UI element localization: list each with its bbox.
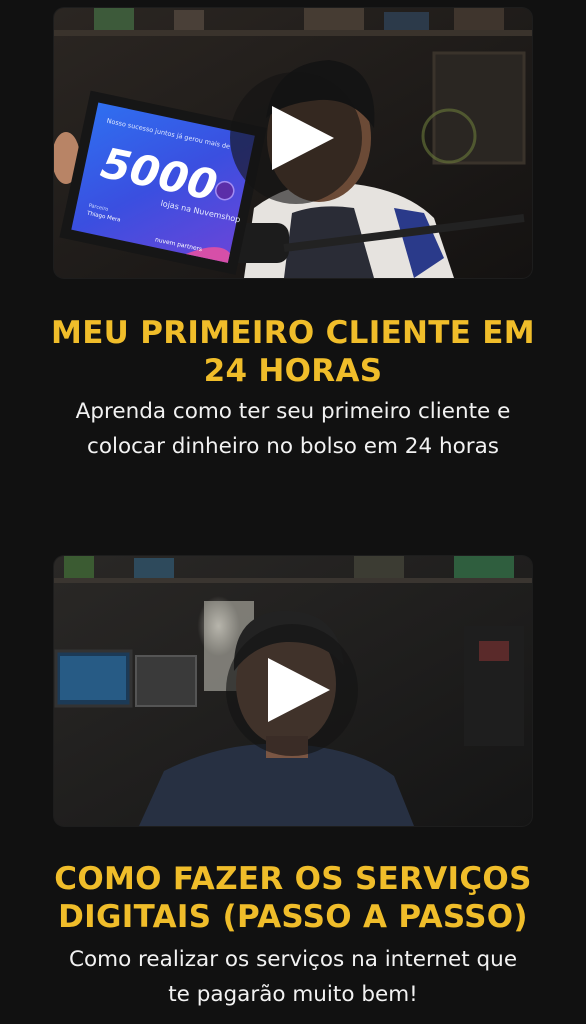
lesson-description-2-line1: Como realizar os serviços na internet qu…: [68, 947, 518, 972]
lesson-card-1: Nosso sucesso juntos já gerou mais de 50…: [0, 0, 586, 500]
lesson-description-2: Como realizar os serviços na internet qu…: [0, 942, 586, 1012]
lesson-description-1-line2: colocar dinheiro no bolso em 24 horas: [87, 434, 499, 459]
lesson-description-1-line1: Aprenda como ter seu primeiro cliente e: [75, 399, 511, 424]
lesson-title-1-line2: 24 HORAS: [203, 353, 383, 389]
lesson-title-2-line1: COMO FAZER OS SERVIÇOS: [54, 861, 532, 897]
lesson-title-2-line2: DIGITAIS (PASSO A PASSO): [58, 899, 528, 935]
lesson-title-1-line1: MEU PRIMEIRO CLIENTE EM: [51, 315, 535, 351]
play-button-1[interactable]: [230, 72, 362, 204]
lesson-title-1: MEU PRIMEIRO CLIENTE EM 24 HORAS: [0, 314, 586, 390]
lesson-description-1: Aprenda como ter seu primeiro cliente e …: [0, 394, 586, 464]
play-icon: [268, 658, 330, 722]
lesson-description-2-line2: te pagarão muito bem!: [168, 982, 418, 1007]
video-player-2[interactable]: [54, 556, 532, 826]
lesson-card-2: COMO FAZER OS SERVIÇOS DIGITAIS (PASSO A…: [0, 540, 586, 1024]
lesson-title-2: COMO FAZER OS SERVIÇOS DIGITAIS (PASSO A…: [0, 860, 586, 936]
play-icon: [272, 106, 334, 170]
play-button-2[interactable]: [226, 624, 358, 756]
video-player-1[interactable]: Nosso sucesso juntos já gerou mais de 50…: [54, 8, 532, 278]
